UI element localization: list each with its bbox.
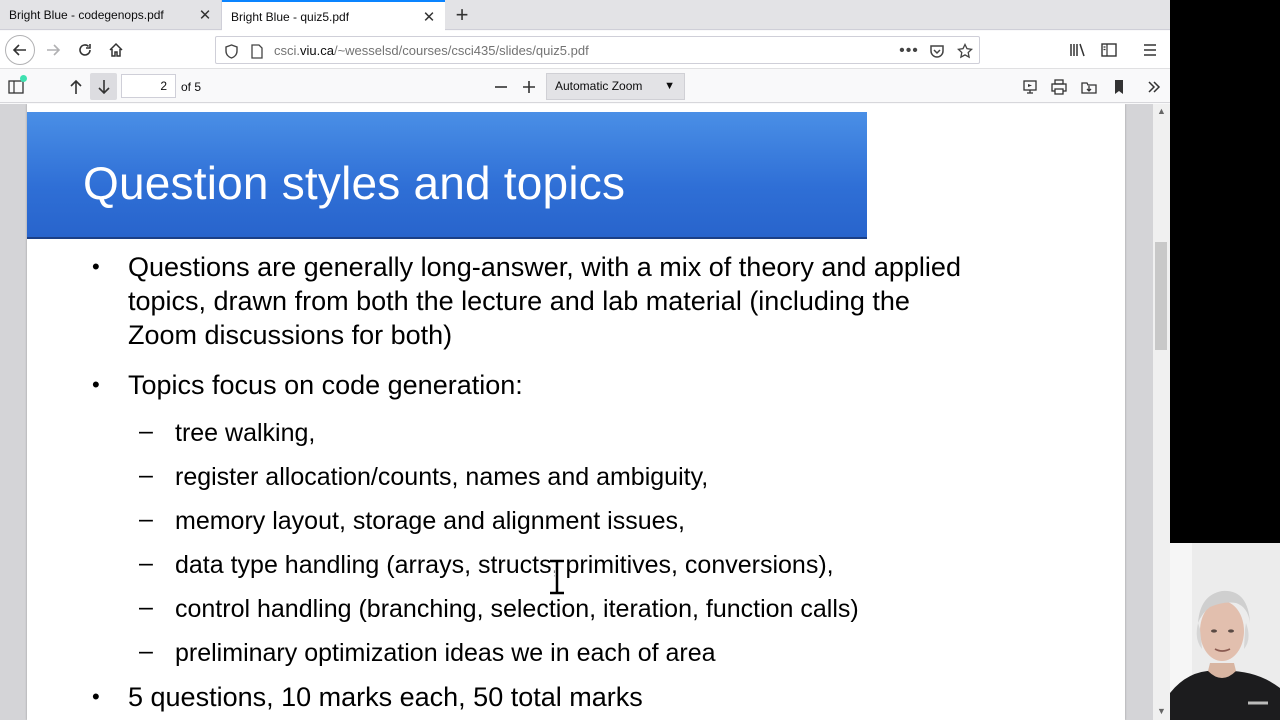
tools-chevron-icon[interactable] bbox=[1140, 73, 1167, 100]
dash-glyph: – bbox=[139, 549, 153, 577]
tab-strip: Bright Blue - codegenops.pdf ✕ Bright Bl… bbox=[0, 0, 1170, 31]
pocket-icon[interactable] bbox=[928, 42, 946, 60]
subitem-tree-walking: tree walking, bbox=[175, 419, 316, 447]
toggle-sidebar-icon[interactable] bbox=[2, 73, 29, 100]
dash-glyph: – bbox=[139, 593, 153, 621]
url-host: viu.ca bbox=[300, 43, 334, 58]
save-download-icon[interactable] bbox=[1075, 73, 1102, 100]
bullet-1-line-2: topics, drawn from both the lecture and … bbox=[128, 286, 910, 316]
library-icon[interactable] bbox=[1064, 36, 1092, 64]
dash-glyph: – bbox=[139, 505, 153, 533]
text-cursor-icon bbox=[550, 559, 564, 595]
page-info-icon[interactable] bbox=[248, 42, 266, 60]
tab-title: Bright Blue - codegenops.pdf bbox=[9, 8, 164, 22]
page-count-label: of 5 bbox=[181, 80, 202, 94]
shield-icon[interactable] bbox=[222, 42, 240, 60]
slide-title: Question styles and topics bbox=[83, 157, 626, 209]
forward-arrow-icon[interactable] bbox=[39, 36, 67, 64]
next-page-icon[interactable] bbox=[90, 73, 117, 100]
presenter-image bbox=[1170, 543, 1280, 720]
subitem-data-type-handling: data type handling (arrays, structs, pri… bbox=[175, 551, 834, 579]
bookmark-star-icon[interactable] bbox=[956, 42, 974, 60]
previous-page-icon[interactable] bbox=[62, 73, 89, 100]
home-icon[interactable] bbox=[102, 36, 130, 64]
subitem-memory-layout: memory layout, storage and alignment iss… bbox=[175, 507, 685, 535]
bookmark-icon[interactable] bbox=[1105, 73, 1132, 100]
bullet-1-line-3: Zoom discussions for both) bbox=[128, 320, 453, 350]
zoom-select-value: Automatic Zoom bbox=[555, 79, 643, 93]
print-icon[interactable] bbox=[1045, 73, 1072, 100]
bullet-glyph: • bbox=[92, 254, 100, 279]
zoom-in-icon[interactable] bbox=[515, 73, 542, 100]
zoom-out-icon[interactable] bbox=[487, 73, 514, 100]
browser-window: Bright Blue - codegenops.pdf ✕ Bright Bl… bbox=[0, 0, 1170, 720]
subitem-register-allocation: register allocation/counts, names and am… bbox=[175, 463, 709, 491]
pdf-page: Question styles and topics • Questions a… bbox=[27, 104, 1125, 720]
webcam-presenter-video bbox=[1170, 543, 1280, 720]
bullet-glyph: • bbox=[92, 372, 100, 397]
dash-glyph: – bbox=[139, 637, 153, 665]
back-arrow-icon[interactable] bbox=[5, 35, 35, 65]
bullet-1-line-1: Questions are generally long-answer, wit… bbox=[128, 252, 961, 282]
tab-title: Bright Blue - quiz5.pdf bbox=[231, 9, 350, 24]
bullet-3: 5 questions, 10 marks each, 50 total mar… bbox=[128, 682, 643, 712]
subitem-control-handling: control handling (branching, selection, … bbox=[175, 595, 859, 623]
url-text[interactable]: csci.viu.ca/~wesselsd/courses/csci435/sl… bbox=[274, 43, 589, 58]
pdf-viewer[interactable]: Question styles and topics • Questions a… bbox=[0, 104, 1170, 720]
address-bar[interactable]: csci.viu.ca/~wesselsd/courses/csci435/sl… bbox=[215, 36, 980, 64]
url-prefix: csci. bbox=[274, 43, 300, 58]
pdf-toolbar: 2 of 5 Automatic Zoom ▼ bbox=[0, 70, 1170, 103]
slide-title-band: Question styles and topics bbox=[27, 112, 867, 239]
page-number-input[interactable]: 2 bbox=[121, 74, 176, 98]
bullet-2: Topics focus on code generation: bbox=[128, 370, 523, 400]
notification-dot-icon bbox=[20, 75, 27, 82]
bullet-glyph: • bbox=[92, 684, 100, 709]
url-path: /~wesselsd/courses/csci435/slides/quiz5.… bbox=[333, 43, 589, 58]
new-tab-plus-icon[interactable]: + bbox=[451, 4, 473, 26]
scroll-down-arrow-icon[interactable]: ▼ bbox=[1153, 706, 1170, 720]
scrollbar-thumb[interactable] bbox=[1155, 242, 1167, 350]
menu-hamburger-icon[interactable] bbox=[1136, 36, 1164, 64]
page-actions-icon[interactable]: ••• bbox=[899, 42, 918, 60]
dash-glyph: – bbox=[139, 417, 153, 445]
scroll-up-arrow-icon[interactable]: ▲ bbox=[1153, 106, 1170, 120]
close-tab-icon[interactable]: ✕ bbox=[197, 7, 213, 24]
tab-codegenops[interactable]: Bright Blue - codegenops.pdf ✕ bbox=[0, 0, 222, 30]
presentation-mode-icon[interactable] bbox=[1016, 73, 1043, 100]
reload-icon[interactable] bbox=[71, 36, 99, 64]
subitem-optimization: preliminary optimization ideas we in eac… bbox=[175, 639, 716, 667]
tab-quiz5[interactable]: Bright Blue - quiz5.pdf ✕ bbox=[222, 0, 445, 31]
chevron-down-icon: ▼ bbox=[664, 80, 675, 92]
vertical-scrollbar[interactable]: ▲ ▼ bbox=[1153, 104, 1170, 720]
dash-glyph: – bbox=[139, 461, 153, 489]
close-tab-icon[interactable]: ✕ bbox=[421, 9, 437, 26]
navigation-bar: csci.viu.ca/~wesselsd/courses/csci435/sl… bbox=[0, 31, 1170, 69]
sidebar-icon[interactable] bbox=[1095, 36, 1123, 64]
zoom-select[interactable]: Automatic Zoom ▼ bbox=[546, 73, 685, 100]
